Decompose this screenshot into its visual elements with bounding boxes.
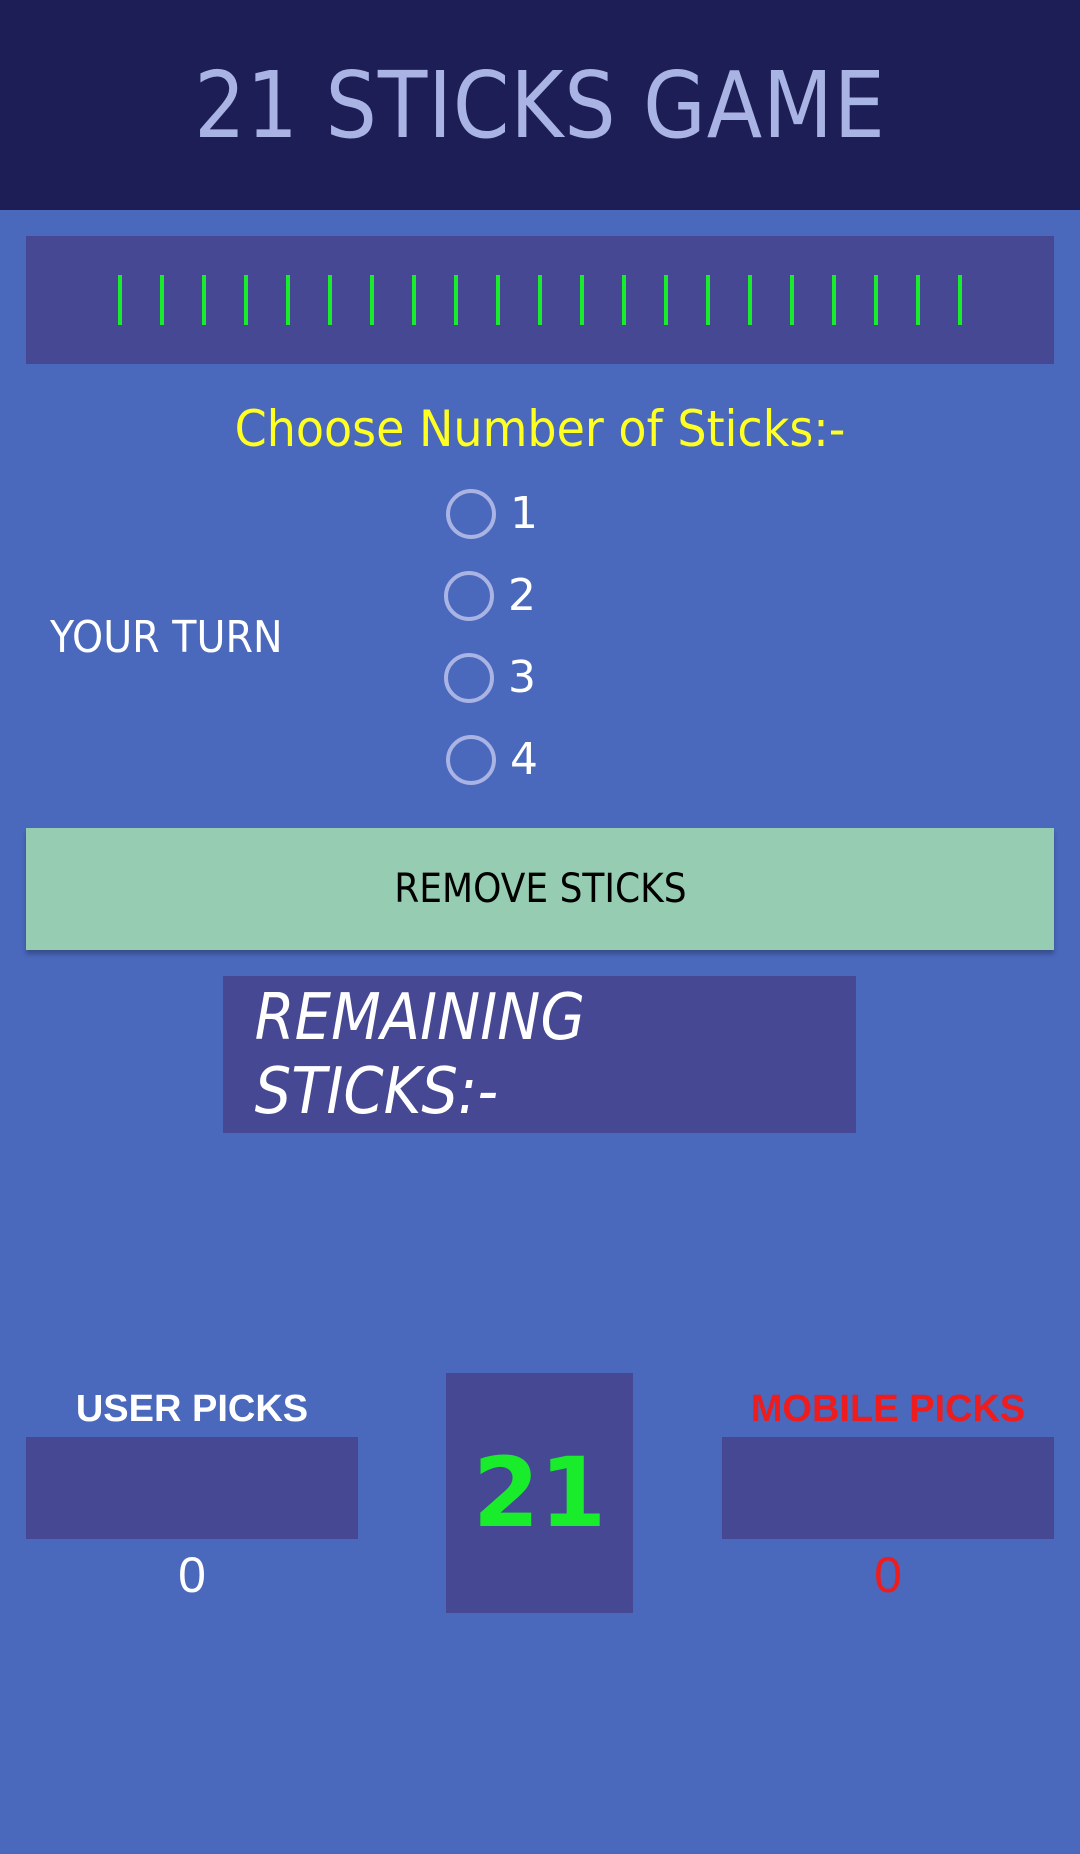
turn-indicator: YOUR TURN: [50, 612, 283, 663]
app-title: 21 STICKS GAME: [194, 51, 886, 159]
stick: [916, 275, 920, 325]
radio-option-label: 4: [510, 734, 538, 785]
stick: [370, 275, 374, 325]
radio-option-2[interactable]: 2: [444, 570, 536, 621]
radio-button-icon[interactable]: [446, 488, 496, 539]
stick: [748, 275, 752, 325]
radio-button-icon[interactable]: [446, 734, 496, 785]
choose-sticks-label: Choose Number of Sticks:-: [234, 400, 846, 458]
radio-option-1[interactable]: 1: [446, 488, 538, 539]
stick: [286, 275, 290, 325]
stick: [244, 275, 248, 325]
stick: [328, 275, 332, 325]
stick: [958, 275, 962, 325]
mobile-picks-label: MOBILE PICKS: [750, 1388, 1026, 1430]
stick: [496, 275, 500, 325]
sticks-display: [26, 236, 1054, 364]
stick: [202, 275, 206, 325]
stick: [832, 275, 836, 325]
user-picks-label: USER PICKS: [75, 1388, 309, 1430]
radio-option-label: 2: [508, 570, 536, 621]
sticks-row: [118, 275, 962, 325]
remaining-sticks-count: 21: [472, 1437, 607, 1549]
radio-option-3[interactable]: 3: [444, 652, 536, 703]
radio-button-icon[interactable]: [444, 652, 494, 703]
remove-sticks-button-label: REMOVE STICKS: [393, 866, 687, 912]
remove-sticks-button[interactable]: REMOVE STICKS: [26, 828, 1054, 950]
stick: [412, 275, 416, 325]
radio-option-4[interactable]: 4: [446, 734, 538, 785]
stick: [118, 275, 122, 325]
radio-option-label: 3: [508, 652, 536, 703]
user-picks-panel: [26, 1437, 358, 1539]
stick: [706, 275, 710, 325]
user-picks-count: 0: [178, 1547, 206, 1603]
stick: [664, 275, 668, 325]
remaining-count-panel: 21: [446, 1373, 633, 1613]
stick: [160, 275, 164, 325]
remaining-sticks-label: REMAINING STICKS:-: [254, 980, 585, 1129]
stick: [580, 275, 584, 325]
radio-button-icon[interactable]: [444, 570, 494, 621]
radio-option-label: 1: [510, 488, 538, 539]
mobile-picks-count: 0: [874, 1547, 902, 1603]
app-header: 21 STICKS GAME: [0, 0, 1080, 210]
stick: [538, 275, 542, 325]
stick: [874, 275, 878, 325]
stick: [622, 275, 626, 325]
mobile-picks-panel: [722, 1437, 1054, 1539]
stick: [790, 275, 794, 325]
remaining-sticks-panel: REMAINING STICKS:-: [223, 976, 856, 1133]
stick: [454, 275, 458, 325]
